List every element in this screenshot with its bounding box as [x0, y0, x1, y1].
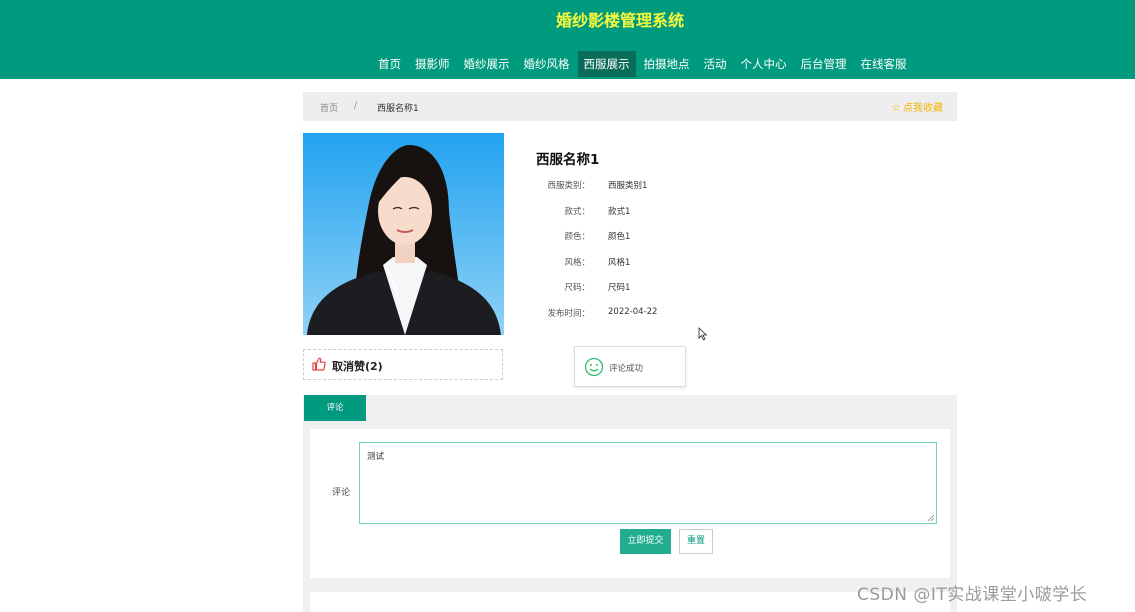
star-icon: ☆	[891, 101, 901, 114]
like-button[interactable]: 取消赞(2)	[303, 349, 503, 380]
comment-label: 评论	[332, 488, 351, 498]
product-photo	[303, 133, 504, 335]
resize-handle-icon[interactable]	[927, 514, 935, 522]
nav-item-admin[interactable]: 后台管理	[795, 51, 853, 77]
comment-form: 评论 测试 立即提交 重置	[310, 429, 950, 578]
smile-icon	[584, 357, 604, 377]
breadcrumb: 首页 / 西服名称1 ☆ 点我收藏	[303, 92, 957, 121]
field-value-size: 尺码1	[608, 283, 631, 293]
field-value-style: 款式1	[608, 207, 631, 217]
toast-message: 评论成功	[609, 364, 644, 374]
nav-item-dress-styles[interactable]: 婚纱风格	[518, 51, 576, 77]
submit-button[interactable]: 立即提交	[620, 529, 671, 554]
nav-item-suits[interactable]: 西服展示	[577, 51, 636, 77]
favorite-button[interactable]: ☆ 点我收藏	[891, 99, 943, 114]
field-label-publish-date: 发布时间：	[547, 309, 590, 319]
watermark: CSDN @IT实战课堂小啵学长	[857, 585, 1088, 605]
tab-strip: 评论	[303, 395, 957, 421]
field-value-color: 颜色1	[608, 232, 631, 242]
favorite-label: 点我收藏	[903, 103, 943, 114]
site-title: 婚纱影楼管理系统	[555, 11, 684, 30]
nav-item-activities[interactable]: 活动	[698, 51, 733, 77]
main-nav: 首页 摄影师 婚纱展示 婚纱风格 西服展示 拍摄地点 活动 个人中心 后台管理 …	[372, 51, 915, 77]
thumbs-up-icon	[312, 357, 326, 371]
breadcrumb-separator: /	[354, 101, 358, 111]
nav-item-profile[interactable]: 个人中心	[735, 51, 793, 77]
nav-item-photographers[interactable]: 摄影师	[409, 51, 456, 77]
comment-list	[310, 592, 950, 612]
field-value-category: 西服类别1	[608, 181, 648, 191]
product-name: 西服名称1	[536, 152, 600, 168]
success-toast: 评论成功	[574, 346, 686, 387]
reset-button[interactable]: 重置	[679, 529, 713, 554]
like-label: 取消赞(2)	[332, 360, 383, 373]
field-label-genre: 风格：	[564, 258, 590, 268]
nav-item-support[interactable]: 在线客服	[855, 51, 913, 77]
mouse-cursor-icon	[698, 327, 708, 341]
site-header: 婚纱影楼管理系统 首页 摄影师 婚纱展示 婚纱风格 西服展示 拍摄地点 活动 个…	[0, 0, 1135, 79]
field-label-style: 款式：	[564, 207, 590, 217]
nav-item-wedding-dresses[interactable]: 婚纱展示	[458, 51, 516, 77]
breadcrumb-home[interactable]: 首页	[320, 101, 338, 114]
breadcrumb-current: 西服名称1	[377, 104, 419, 114]
comment-textarea[interactable]: 测试	[359, 442, 937, 524]
field-value-publish-date: 2022-04-22	[608, 307, 658, 317]
field-label-category: 西服类别：	[547, 181, 590, 191]
nav-item-locations[interactable]: 拍摄地点	[638, 51, 696, 77]
tab-comments[interactable]: 评论	[304, 395, 366, 421]
portrait-image	[307, 145, 501, 335]
comment-text: 测试	[367, 452, 385, 462]
field-label-size: 尺码：	[564, 283, 590, 293]
field-label-color: 颜色：	[564, 232, 590, 242]
nav-item-home[interactable]: 首页	[372, 51, 407, 77]
field-value-genre: 风格1	[608, 258, 631, 268]
